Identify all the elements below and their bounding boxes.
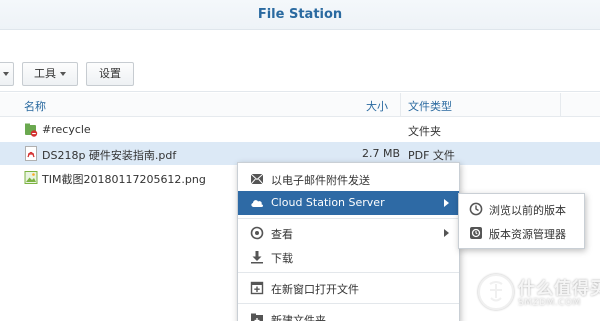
submenu: 浏览以前的版本 版本资源管理器 bbox=[458, 193, 585, 249]
clock-icon bbox=[469, 202, 483, 216]
caret-down-icon bbox=[3, 72, 9, 76]
file-name: DS218p 硬件安装指南.pdf bbox=[42, 149, 177, 162]
menu-item-label: 新建文件夹 bbox=[271, 314, 326, 321]
submenu-item-version-explorer[interactable]: 版本资源管理器 bbox=[459, 221, 584, 245]
image-file-icon bbox=[24, 170, 38, 185]
window-title: File Station bbox=[257, 7, 343, 22]
menu-item-label: 在新窗口打开文件 bbox=[271, 283, 359, 296]
submenu-item-browse-previous-versions[interactable]: 浏览以前的版本 bbox=[459, 197, 584, 221]
file-name: #recycle bbox=[42, 123, 91, 136]
watermark-text: 什么值得买 bbox=[518, 279, 600, 299]
cloud-icon bbox=[250, 196, 264, 210]
watermark-logo-icon bbox=[478, 274, 514, 310]
column-divider bbox=[560, 93, 561, 117]
file-list-header: 名称 大小 文件类型 bbox=[0, 93, 600, 117]
menu-divider bbox=[238, 218, 459, 219]
menu-item-label: 以电子邮件附件发送 bbox=[271, 174, 370, 187]
recycle-folder-icon bbox=[24, 122, 38, 137]
menu-item-label: 查看 bbox=[271, 228, 293, 241]
settings-button[interactable]: 设置 bbox=[86, 62, 134, 86]
tools-menu-button[interactable]: 工具 bbox=[22, 62, 78, 86]
submenu-arrow-icon bbox=[444, 229, 449, 237]
menu-item-label: 浏览以前的版本 bbox=[489, 204, 566, 217]
watermark-domain: SMZDM.COM bbox=[518, 298, 581, 308]
menu-item-label: 下载 bbox=[271, 252, 293, 265]
menu-divider bbox=[238, 303, 459, 304]
menu-divider bbox=[238, 272, 459, 273]
submenu-arrow-icon bbox=[444, 199, 449, 207]
menu-item-label: Cloud Station Server bbox=[271, 196, 385, 209]
new-window-icon bbox=[250, 281, 264, 295]
toolbar-partial-button[interactable] bbox=[0, 62, 14, 86]
column-divider bbox=[400, 93, 401, 117]
context-menu: 以电子邮件附件发送 Cloud Station Server 查看 下载 在新窗… bbox=[237, 162, 460, 321]
toolbar: 工具 设置 bbox=[0, 30, 600, 92]
version-explorer-icon bbox=[469, 226, 483, 240]
window-titlebar: File Station bbox=[0, 0, 600, 30]
column-size[interactable]: 大小 bbox=[366, 98, 388, 114]
menu-item-new-folder[interactable]: 新建文件夹 bbox=[238, 307, 459, 321]
menu-item-download[interactable]: 下载 bbox=[238, 245, 459, 269]
tools-label: 工具 bbox=[34, 67, 56, 80]
column-type[interactable]: 文件类型 bbox=[408, 98, 452, 114]
menu-item-email-attachment[interactable]: 以电子邮件附件发送 bbox=[238, 167, 459, 191]
menu-item-view[interactable]: 查看 bbox=[238, 221, 459, 245]
download-icon bbox=[250, 250, 264, 264]
column-name[interactable]: 名称 bbox=[24, 98, 46, 114]
watermark: 什么值得买 SMZDM.COM bbox=[478, 272, 600, 318]
file-size: 2.7 MB bbox=[361, 147, 400, 160]
new-folder-icon bbox=[250, 312, 264, 321]
caret-down-icon bbox=[60, 72, 66, 76]
menu-item-cloud-station-server[interactable]: Cloud Station Server bbox=[238, 191, 459, 215]
file-row[interactable]: #recycle 文件夹 bbox=[0, 118, 600, 141]
file-name: TIM截图20180117205612.png bbox=[42, 173, 206, 186]
email-icon bbox=[250, 172, 264, 186]
eye-icon bbox=[250, 226, 264, 240]
file-type: 文件夹 bbox=[408, 125, 441, 138]
file-type: PDF 文件 bbox=[408, 149, 455, 162]
menu-item-label: 版本资源管理器 bbox=[489, 228, 566, 241]
menu-item-open-new-window[interactable]: 在新窗口打开文件 bbox=[238, 276, 459, 300]
pdf-file-icon bbox=[24, 146, 38, 161]
